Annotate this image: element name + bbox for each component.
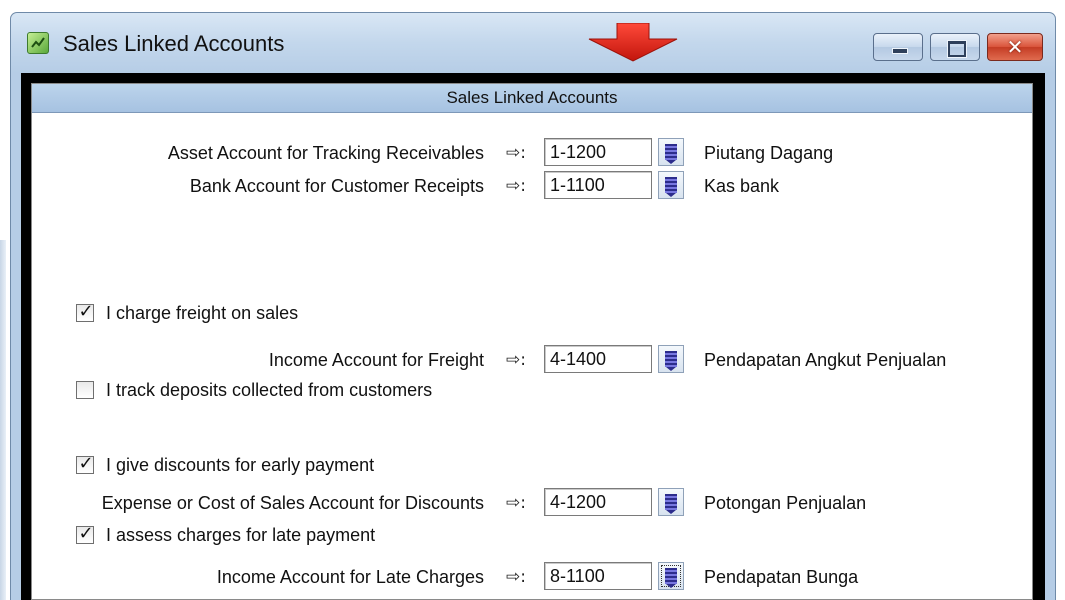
red-arrow-icon	[588, 23, 678, 62]
bank-list-button[interactable]	[658, 171, 684, 199]
list-icon	[665, 177, 677, 197]
list-icon	[665, 144, 677, 164]
title-bar[interactable]: Sales Linked Accounts ✕	[11, 13, 1055, 73]
receivables-account-name: Piutang Dagang	[704, 143, 834, 163]
minimize-button[interactable]	[873, 33, 923, 61]
window-title: Sales Linked Accounts	[63, 31, 285, 56]
bank-account-field[interactable]: 1-1100	[544, 171, 652, 199]
freight-checkbox-label[interactable]: I charge freight on sales	[106, 302, 298, 324]
receivables-list-button[interactable]	[658, 138, 684, 166]
close-button[interactable]: ✕	[987, 33, 1043, 61]
discounts-account-field[interactable]: 4-1200	[544, 488, 652, 516]
panel-header: Sales Linked Accounts	[32, 84, 1032, 113]
freight-account-field[interactable]: 4-1400	[544, 345, 652, 373]
deposits-checkbox[interactable]	[76, 381, 94, 399]
check-mark-icon: ✓	[78, 523, 94, 544]
freight-checkbox[interactable]: ✓	[76, 301, 94, 322]
discounts-label: Expense or Cost of Sales Account for Dis…	[101, 493, 484, 513]
discounts-list-button[interactable]	[658, 488, 684, 516]
list-icon	[665, 568, 677, 588]
linked-accounts-panel: Sales Linked Accounts Asset Account for …	[31, 83, 1033, 600]
discounts-checkbox-label[interactable]: I give discounts for early payment	[106, 454, 374, 476]
close-icon: ✕	[1006, 35, 1024, 59]
bank-label: Bank Account for Customer Receipts	[189, 176, 484, 196]
bank-account-name: Kas bank	[704, 176, 780, 196]
freight-label: Income Account for Freight	[268, 350, 484, 370]
late-charges-label: Income Account for Late Charges	[216, 567, 484, 587]
list-icon	[665, 494, 677, 514]
app-icon	[27, 32, 49, 54]
discounts-account-name: Potongan Penjualan	[704, 493, 867, 513]
receivables-account-field[interactable]: 1-1200	[544, 138, 652, 166]
receivables-arrow-icon[interactable]: ⇨:	[506, 142, 526, 164]
late-charges-list-button[interactable]	[658, 562, 684, 590]
client-area: Sales Linked Accounts Asset Account for …	[21, 73, 1045, 600]
maximize-icon	[948, 41, 966, 57]
sales-linked-accounts-window: Sales Linked Accounts ✕ Sales Linked Acc…	[10, 12, 1056, 600]
receivables-label: Asset Account for Tracking Receivables	[167, 143, 484, 163]
freight-account-name: Pendapatan Angkut Penjualan	[704, 350, 947, 370]
discounts-arrow-icon[interactable]: ⇨:	[506, 492, 526, 514]
maximize-button[interactable]	[930, 33, 980, 61]
freight-list-button[interactable]	[658, 345, 684, 373]
late-charges-checkbox-label[interactable]: I assess charges for late payment	[106, 524, 375, 546]
freight-arrow-icon[interactable]: ⇨:	[506, 349, 526, 371]
check-mark-icon: ✓	[78, 453, 94, 474]
discounts-checkbox[interactable]: ✓	[76, 453, 94, 474]
check-mark-icon: ✓	[78, 301, 94, 322]
late-charges-account-name: Pendapatan Bunga	[704, 567, 859, 587]
late-charges-arrow-icon[interactable]: ⇨:	[506, 566, 526, 588]
deposits-checkbox-label[interactable]: I track deposits collected from customer…	[106, 379, 432, 401]
bank-arrow-icon[interactable]: ⇨:	[506, 175, 526, 197]
late-charges-checkbox[interactable]: ✓	[76, 523, 94, 544]
minimize-icon	[892, 48, 908, 54]
background-scroll-edge	[0, 240, 6, 600]
list-icon	[665, 351, 677, 371]
late-charges-account-field[interactable]: 8-1100	[544, 562, 652, 590]
